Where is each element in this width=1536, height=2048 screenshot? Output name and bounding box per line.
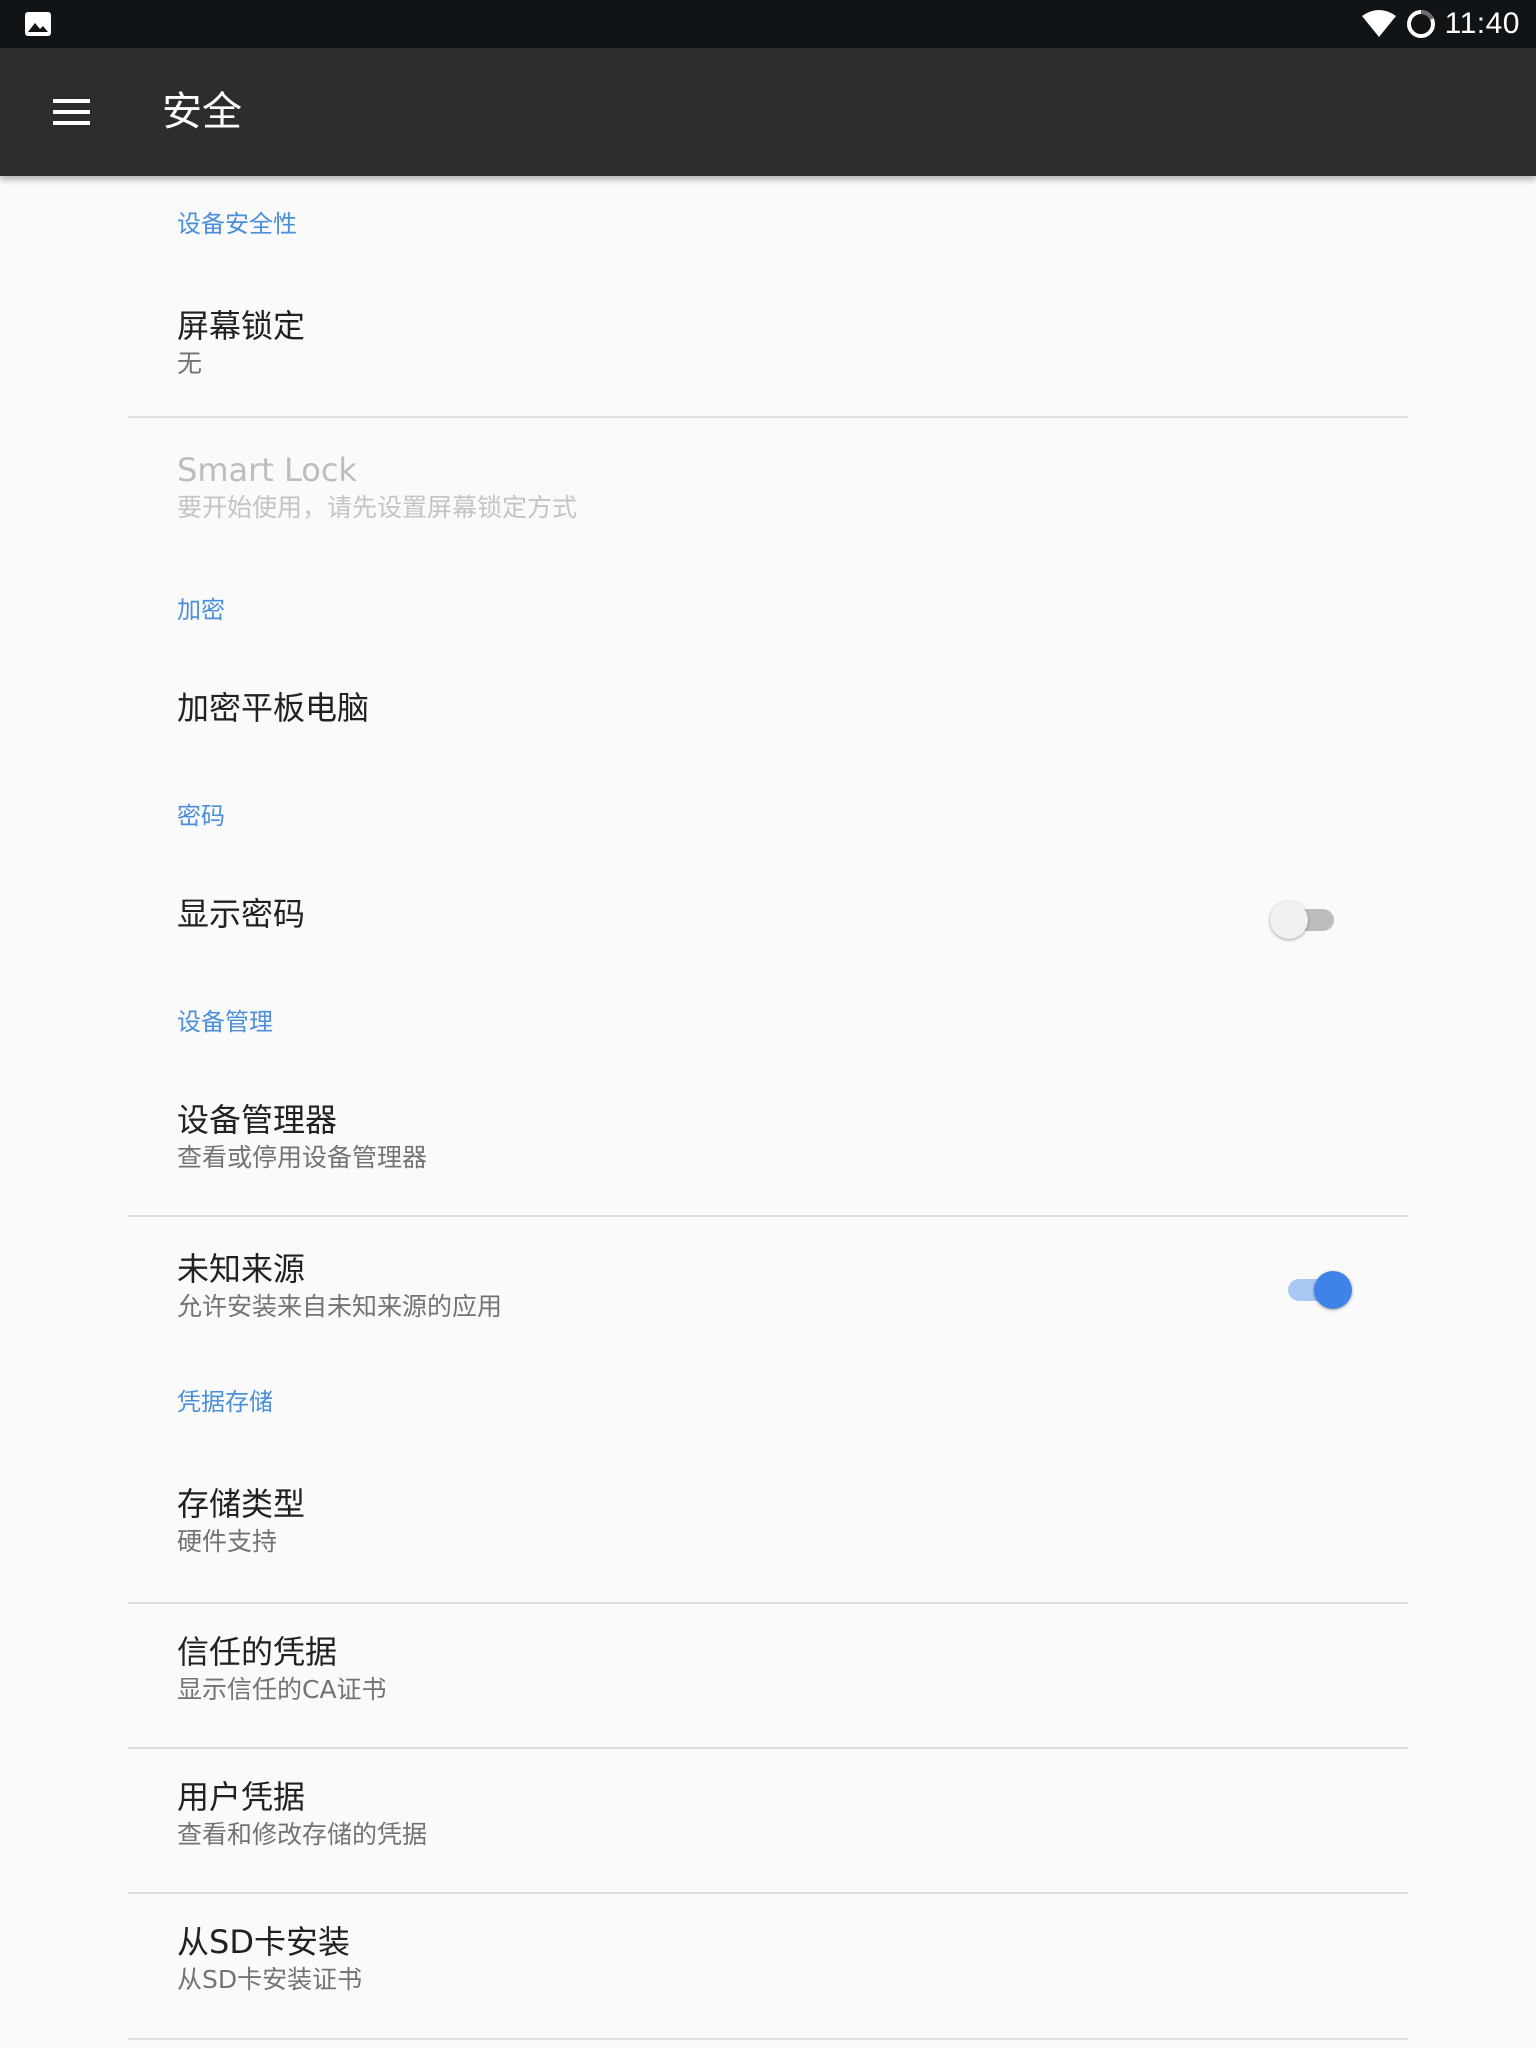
pref-summary: 查看或停用设备管理器 [177, 1143, 428, 1172]
status-icons: 11:40 [1361, 0, 1520, 48]
pref-unknown-sources[interactable]: 未知来源 允许安装来自未知来源的应用 [0, 1217, 1536, 1335]
page-title: 安全 [162, 89, 242, 135]
switch-thumb [1314, 1271, 1352, 1309]
pref-summary: 硬件支持 [177, 1527, 278, 1556]
pref-title: 从SD卡安装 [177, 1923, 350, 1961]
show-password-switch[interactable] [1270, 895, 1342, 943]
pref-title: 用户凭据 [177, 1778, 306, 1816]
pref-storage-type[interactable]: 存储类型 硬件支持 [0, 1444, 1536, 1576]
pref-user-credentials[interactable]: 用户凭据 查看和修改存储的凭据 [0, 1749, 1536, 1892]
pref-encrypt-tablet[interactable]: 加密平板电脑 [0, 652, 1536, 752]
image-notification-icon [25, 12, 51, 36]
pref-title: 未知来源 [177, 1250, 306, 1288]
pref-title: 显示密码 [177, 895, 306, 933]
pref-title: 屏幕锁定 [177, 307, 306, 345]
pref-summary: 无 [177, 349, 203, 378]
category-encryption: 加密 [177, 596, 225, 624]
app-bar: 安全 [0, 48, 1536, 176]
pref-install-from-sd[interactable]: 从SD卡安装 从SD卡安装证书 [0, 1894, 1536, 2038]
pref-summary: 显示信任的CA证书 [177, 1675, 387, 1704]
pref-screen-lock[interactable]: 屏幕锁定 无 [0, 274, 1536, 392]
pref-title: 存储类型 [177, 1485, 306, 1523]
pref-trusted-credentials[interactable]: 信任的凭据 显示信任的CA证书 [0, 1604, 1536, 1748]
loading-ring-icon [1406, 9, 1435, 38]
pref-smart-lock: Smart Lock 要开始使用，请先设置屏幕锁定方式 [0, 418, 1536, 536]
unknown-sources-switch[interactable] [1278, 1265, 1352, 1313]
divider [128, 2038, 1408, 2040]
pref-title: 设备管理器 [177, 1101, 338, 1139]
category-passwords: 密码 [177, 802, 225, 830]
category-credential-storage: 凭据存储 [177, 1388, 273, 1416]
category-device-security: 设备安全性 [177, 210, 297, 238]
pref-show-password[interactable]: 显示密码 [0, 858, 1536, 958]
hamburger-menu-icon[interactable] [40, 88, 104, 136]
pref-summary: 从SD卡安装证书 [177, 1965, 363, 1994]
status-bar: 11:40 [0, 0, 1536, 48]
pref-title: Smart Lock [177, 451, 357, 489]
pref-summary: 要开始使用，请先设置屏幕锁定方式 [177, 493, 578, 522]
pref-title: 加密平板电脑 [177, 689, 370, 727]
switch-thumb [1270, 901, 1308, 939]
wifi-icon [1361, 10, 1396, 37]
category-device-admin: 设备管理 [177, 1008, 273, 1036]
settings-list: 设备安全性 屏幕锁定 无 Smart Lock 要开始使用，请先设置屏幕锁定方式… [0, 176, 1536, 2048]
pref-summary: 查看和修改存储的凭据 [177, 1820, 428, 1849]
pref-title: 信任的凭据 [177, 1633, 338, 1671]
pref-summary: 允许安装来自未知来源的应用 [177, 1292, 503, 1321]
pref-device-administrators[interactable]: 设备管理器 查看或停用设备管理器 [0, 1064, 1536, 1192]
status-time: 11:40 [1444, 7, 1520, 40]
